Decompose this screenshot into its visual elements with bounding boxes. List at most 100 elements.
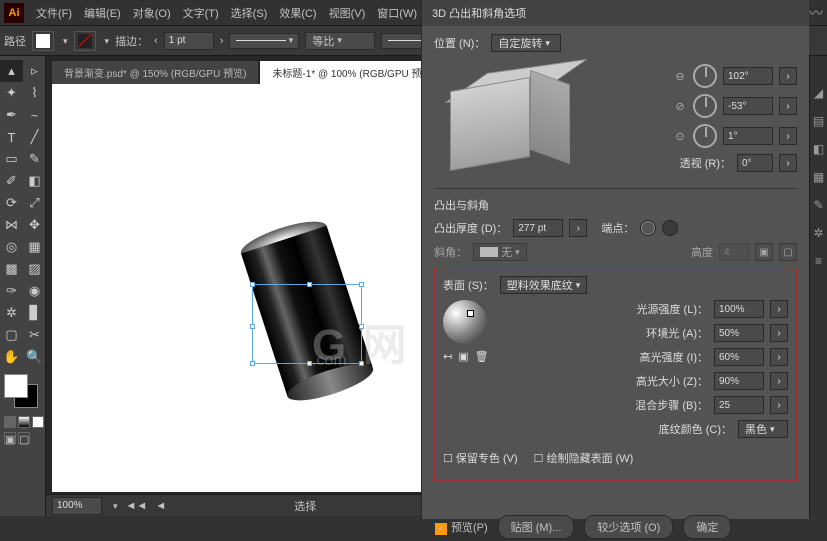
gpu-icon[interactable]: 〰 — [809, 3, 823, 23]
scale-tool[interactable]: ⤢ — [23, 192, 46, 214]
fewer-options-button[interactable]: 较少选项 (O) — [584, 515, 673, 539]
cap-off-button[interactable] — [662, 220, 678, 236]
fill-swatch[interactable] — [32, 31, 54, 51]
direct-selection-tool[interactable]: ▹ — [23, 60, 46, 82]
line-tool[interactable]: ╱ — [23, 126, 46, 148]
eraser-tool[interactable]: ◧ — [23, 170, 46, 192]
perspective-tool[interactable]: ▦ — [23, 236, 46, 258]
zoom-input[interactable] — [52, 497, 102, 515]
shade-color-dropdown[interactable]: 黑色 — [738, 420, 788, 438]
zoom-tool[interactable]: 🔍 — [23, 346, 46, 368]
light-delete-icon[interactable]: 🗑 — [475, 350, 489, 363]
hand-tool[interactable]: ✋ — [0, 346, 23, 368]
position-label: 位置 (N)： — [434, 35, 485, 51]
rotate-tool[interactable]: ⟳ — [0, 192, 23, 214]
screen-normal[interactable]: ▣ — [4, 432, 16, 444]
layers-icon[interactable]: ◧ — [813, 142, 824, 156]
draw-hidden-checkbox[interactable]: ☐ 绘制隐藏表面 (W) — [534, 450, 634, 466]
brushes-icon[interactable]: ✎ — [813, 198, 823, 212]
rot-y-more[interactable]: › — [779, 97, 797, 115]
symbols-icon[interactable]: ✲ — [813, 226, 823, 240]
menu-effect[interactable]: 效果(C) — [273, 3, 322, 23]
menu-select[interactable]: 选择(S) — [225, 3, 274, 23]
light-back-icon[interactable]: ↤ — [443, 350, 452, 363]
rot-x-dial[interactable] — [693, 64, 717, 88]
type-tool[interactable]: T — [0, 126, 23, 148]
symbol-spray-tool[interactable]: ✲ — [0, 302, 23, 324]
none-mode[interactable] — [32, 416, 44, 428]
doc-tab-2[interactable]: 未标题-1* @ 100% (RGB/GPU 预 — [260, 61, 433, 84]
ambient-input[interactable] — [714, 324, 764, 342]
menu-edit[interactable]: 编辑(E) — [78, 3, 127, 23]
light-sphere[interactable] — [443, 300, 487, 344]
stroke-swatch[interactable] — [74, 31, 96, 51]
menu-view[interactable]: 视图(V) — [323, 3, 372, 23]
selection-tool[interactable]: ▴ — [0, 60, 23, 82]
light-intensity-input[interactable] — [714, 300, 764, 318]
shape-builder-tool[interactable]: ◎ — [0, 236, 23, 258]
stroke-panel-icon[interactable]: ≡ — [815, 254, 822, 268]
artboard-tool[interactable]: ▢ — [0, 324, 23, 346]
dialog-title: 3D 凸出和斜角选项 — [422, 0, 809, 26]
menu-type[interactable]: 文字(T) — [177, 3, 225, 23]
menu-file[interactable]: 文件(F) — [30, 3, 78, 23]
nav-prev-icon[interactable]: ◄◄ — [126, 500, 148, 512]
position-dropdown[interactable]: 自定旋转 — [491, 34, 561, 52]
color-mode[interactable] — [4, 416, 16, 428]
brush-tool[interactable]: ✎ — [23, 148, 46, 170]
ok-button[interactable]: 确定 — [683, 515, 731, 539]
menu-object[interactable]: 对象(O) — [127, 3, 177, 23]
surface-dropdown[interactable]: 塑料效果底纹 — [500, 276, 588, 294]
mesh-tool[interactable]: ▩ — [0, 258, 23, 280]
rotation-cube-preview[interactable] — [440, 64, 570, 184]
rot-y-input[interactable] — [723, 97, 773, 115]
highlight-size-input[interactable] — [714, 372, 764, 390]
stroke-width-input[interactable] — [164, 32, 214, 50]
gradient-mode[interactable] — [18, 416, 30, 428]
eyedropper-tool[interactable]: ✑ — [0, 280, 23, 302]
pen-tool[interactable]: ✒ — [0, 104, 23, 126]
graph-tool[interactable]: ▊ — [23, 302, 46, 324]
light-new-icon[interactable]: ▣ — [458, 350, 468, 363]
rectangle-tool[interactable]: ▭ — [0, 148, 23, 170]
free-transform-tool[interactable]: ✥ — [23, 214, 46, 236]
preview-checkbox[interactable]: ✓预览(P) — [435, 519, 488, 535]
blend-steps-input[interactable] — [714, 396, 764, 414]
rot-x-more[interactable]: › — [779, 67, 797, 85]
magic-wand-tool[interactable]: ✦ — [0, 82, 23, 104]
rot-y-dial[interactable] — [693, 94, 717, 118]
properties-icon[interactable]: ◢ — [814, 86, 823, 100]
fill-stroke-colors[interactable] — [4, 374, 40, 410]
doc-tab-1[interactable]: 背景渐变.psd* @ 150% (RGB/GPU 预览) — [52, 61, 258, 84]
nav-first-icon[interactable]: ◄ — [155, 500, 166, 512]
rot-x-input[interactable] — [723, 67, 773, 85]
preserve-spot-checkbox[interactable]: ☐ 保留专色 (V) — [443, 450, 518, 466]
rot-z-more[interactable]: › — [779, 127, 797, 145]
highlight-intensity-input[interactable] — [714, 348, 764, 366]
rot-z-dial[interactable] — [693, 124, 717, 148]
lasso-tool[interactable]: ⌇ — [23, 82, 46, 104]
status-mode: 选择 — [294, 498, 316, 514]
bevel-dropdown[interactable]: 无 — [473, 243, 527, 261]
depth-input[interactable] — [513, 219, 563, 237]
stepper-down-icon[interactable]: ‹ — [154, 35, 158, 47]
slice-tool[interactable]: ✂ — [23, 324, 46, 346]
gradient-tool[interactable]: ▨ — [23, 258, 46, 280]
menu-window[interactable]: 窗口(W) — [371, 3, 423, 23]
swatches-icon[interactable]: ▦ — [813, 170, 824, 184]
uniform-dropdown[interactable]: 等比 — [305, 32, 375, 50]
cap-on-button[interactable] — [640, 220, 656, 236]
stepper-up-icon[interactable]: › — [220, 35, 224, 47]
perspective-input[interactable] — [737, 154, 773, 172]
libraries-icon[interactable]: ▤ — [813, 114, 824, 128]
map-art-button[interactable]: 贴图 (M)... — [498, 515, 575, 539]
rot-z-input[interactable] — [723, 127, 773, 145]
width-profile-dropdown[interactable] — [229, 33, 299, 49]
blend-tool[interactable]: ◉ — [23, 280, 46, 302]
persp-more[interactable]: › — [779, 154, 797, 172]
right-panel-rail: ◢ ▤ ◧ ▦ ✎ ✲ ≡ — [809, 56, 827, 516]
width-tool[interactable]: ⋈ — [0, 214, 23, 236]
shaper-tool[interactable]: ✐ — [0, 170, 23, 192]
screen-full[interactable]: ▢ — [18, 432, 30, 444]
curvature-tool[interactable]: ~ — [23, 104, 46, 126]
